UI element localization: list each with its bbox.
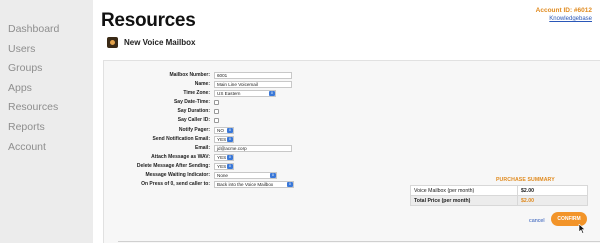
line-item-label: Voice Mailbox (per month) (410, 185, 518, 196)
mailbox-form: Mailbox Number: 6001 Name: Main Line Voi… (104, 71, 404, 189)
on-press-0-value: Back into the Voice Mailbox (217, 182, 274, 188)
table-row: Voice Mailbox (per month) $2.00 (410, 185, 588, 196)
total-price: $2.00 (517, 195, 588, 206)
say-duration-label: Say Duration: (177, 108, 210, 115)
attach-message-value: YES (217, 154, 227, 160)
form-row: Say Caller ID: (104, 116, 404, 125)
email-label: Email: (194, 144, 210, 151)
message-waiting-indicator-label: Message Waiting Indicator: (145, 172, 210, 179)
form-row: Send Notification Email: YES ⇕ (104, 135, 404, 144)
notify-pager-label: Notify Pager: (178, 126, 210, 133)
form-panel: Mailbox Number: 6001 Name: Main Line Voi… (103, 60, 600, 243)
message-waiting-indicator-select[interactable]: None ⇕ (214, 172, 277, 180)
knowledgebase-link[interactable]: Knowledgebase (536, 16, 592, 22)
notify-pager-select[interactable]: NO ⇕ (214, 126, 234, 134)
delete-message-value: YES (217, 163, 227, 169)
form-row: Name: Main Line Voicemail (104, 80, 404, 89)
sidebar-item-dashboard[interactable]: Dashboard (0, 20, 93, 40)
form-row: On Press of 0, send caller to: Back into… (104, 180, 404, 189)
say-caller-id-label: Say Caller ID: (177, 117, 210, 124)
message-waiting-indicator-value: None (217, 173, 228, 179)
chevron-updown-icon: ⇕ (270, 173, 276, 179)
chevron-updown-icon: ⇕ (287, 182, 293, 188)
mailbox-number-input[interactable]: 6001 (214, 72, 292, 79)
section-title: New Voice Mailbox (124, 38, 196, 47)
sidebar-item-apps[interactable]: Apps (0, 79, 93, 99)
notify-pager-value: NO (217, 127, 224, 133)
time-zone-select[interactable]: US Eastern ⇕ (214, 90, 276, 98)
total-label: Total Price (per month) (410, 195, 518, 206)
send-notification-email-value: YES (217, 136, 227, 142)
line-item-price: $2.00 (517, 185, 588, 196)
delete-message-label: Delete Message After Sending: (136, 162, 210, 169)
on-press-0-label: On Press of 0, send caller to: (141, 181, 210, 188)
form-row: Message Waiting Indicator: None ⇕ (104, 171, 404, 180)
send-notification-email-label: Send Notification Email: (152, 135, 210, 142)
time-zone-label: Time Zone: (183, 90, 210, 97)
mailbox-number-label: Mailbox Number: (169, 72, 210, 78)
time-zone-value: US Eastern (217, 91, 241, 97)
sidebar: Dashboard Users Groups Apps Resources Re… (0, 0, 93, 243)
sidebar-item-account[interactable]: Account (0, 138, 93, 158)
form-row: Say Duration: (104, 107, 404, 116)
chevron-updown-icon: ⇕ (227, 136, 233, 142)
say-date-time-label: Say Date-Time: (173, 99, 210, 106)
name-label: Name: (194, 81, 210, 88)
account-id: Account ID: #6012 (535, 7, 592, 14)
on-press-0-select[interactable]: Back into the Voice Mailbox ⇕ (214, 181, 294, 189)
chevron-updown-icon: ⇕ (227, 127, 233, 133)
divider (118, 241, 600, 242)
chevron-updown-icon: ⇕ (227, 163, 233, 169)
say-caller-id-checkbox[interactable] (214, 118, 219, 124)
voicemail-icon (107, 37, 118, 48)
form-row: Mailbox Number: 6001 (104, 71, 404, 80)
account-info: Account ID: #6012 Knowledgebase (536, 7, 592, 22)
purchase-summary-title: PURCHASE SUMMARY (496, 177, 555, 183)
page-title: Resources (101, 10, 196, 31)
form-row: Delete Message After Sending: YES ⇕ (104, 162, 404, 171)
attach-message-label: Attach Message as WAV: (151, 153, 210, 160)
form-row: Email: jd@acme.corp (104, 144, 404, 153)
cursor-icon (578, 224, 586, 234)
form-row: Time Zone: US Eastern ⇕ (104, 89, 404, 98)
form-row: Say Date-Time: (104, 98, 404, 107)
purchase-summary-table: Voice Mailbox (per month) $2.00 Total Pr… (410, 185, 588, 206)
sidebar-item-resources[interactable]: Resources (0, 98, 93, 118)
cancel-link[interactable]: cancel (529, 218, 545, 224)
main-content: Resources Account ID: #6012 Knowledgebas… (93, 0, 600, 243)
attach-message-select[interactable]: YES ⇕ (214, 153, 234, 161)
say-duration-checkbox[interactable] (214, 109, 219, 115)
sidebar-item-groups[interactable]: Groups (0, 59, 93, 79)
chevron-updown-icon: ⇕ (269, 91, 275, 97)
form-row: Attach Message as WAV: YES ⇕ (104, 153, 404, 162)
chevron-updown-icon: ⇕ (227, 154, 233, 160)
sidebar-item-reports[interactable]: Reports (0, 118, 93, 138)
name-input[interactable]: Main Line Voicemail (214, 81, 292, 89)
sidebar-item-users[interactable]: Users (0, 40, 93, 60)
say-date-time-checkbox[interactable] (214, 100, 219, 106)
table-row: Total Price (per month) $2.00 (410, 195, 588, 206)
send-notification-email-select[interactable]: YES ⇕ (214, 135, 234, 143)
email-input[interactable]: jd@acme.corp (214, 144, 292, 152)
delete-message-select[interactable]: YES ⇕ (214, 162, 234, 170)
section-header: New Voice Mailbox (107, 37, 195, 48)
form-row: Notify Pager: NO ⇕ (104, 126, 404, 135)
